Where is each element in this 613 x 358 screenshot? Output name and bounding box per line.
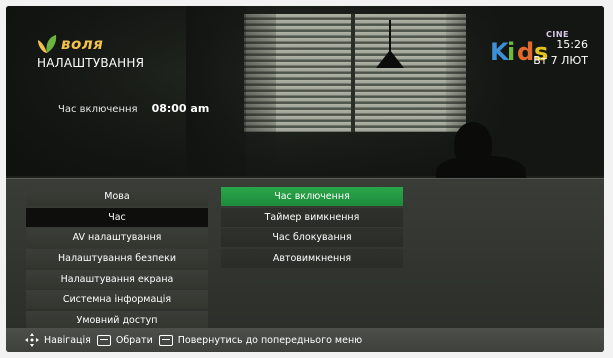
- current-setting-row: Час включення 08:00 am: [58, 102, 209, 115]
- dpad-arrows-icon: [24, 332, 40, 348]
- submenu-item-sleep-timer[interactable]: Таймер вимкнення: [221, 207, 403, 227]
- back-key-icon: [158, 334, 173, 346]
- current-setting-label: Час включення: [58, 104, 138, 115]
- menu-item-av-settings[interactable]: AV налаштування: [26, 228, 208, 248]
- clock-time: 15:26: [556, 38, 588, 51]
- hint-back-label: Повернутись до попереднього меню: [177, 334, 363, 346]
- submenu-item-auto-off[interactable]: Автовимкнення: [221, 249, 403, 269]
- menu-item-security-settings[interactable]: Налаштування безпеки: [26, 249, 208, 269]
- page-title: НАЛАШТУВАННЯ: [37, 56, 145, 70]
- logo-text: воля: [61, 35, 104, 53]
- provider-logo: воля: [36, 34, 103, 54]
- menu-item-screen-settings[interactable]: Налаштування екрана: [26, 269, 208, 289]
- hint-select-label: Обрати: [115, 334, 153, 346]
- menu-item-time[interactable]: Час: [26, 207, 208, 227]
- leaf-logo-icon: [36, 34, 58, 54]
- submenu-item-power-on-time[interactable]: Час включення: [221, 187, 403, 206]
- ok-key-icon: [96, 334, 111, 346]
- lamp-silhouette: [376, 50, 404, 68]
- submenu-list: Час включення Таймер вимкнення Час блоку…: [221, 187, 403, 270]
- clock-date: Вт 7 ЛЮТ: [533, 54, 588, 67]
- hint-navigate-label: Навігація: [44, 334, 91, 346]
- menu-item-system-info[interactable]: Системна інформація: [26, 290, 208, 310]
- window-blinds-graphic: [244, 14, 466, 132]
- hint-bar: Навігація Обрати Повернутись до попередн…: [6, 328, 604, 352]
- submenu-item-lock-time[interactable]: Час блокування: [221, 228, 403, 248]
- menu-item-language[interactable]: Мова: [26, 187, 208, 206]
- tv-screen: воля НАЛАШТУВАННЯ Час включення 08:00 am…: [6, 6, 604, 352]
- settings-menu-panel: Мова Час AV налаштування Налаштування бе…: [6, 178, 604, 332]
- main-menu-list: Мова Час AV налаштування Налаштування бе…: [26, 187, 208, 332]
- current-setting-value: 08:00 am: [151, 102, 210, 115]
